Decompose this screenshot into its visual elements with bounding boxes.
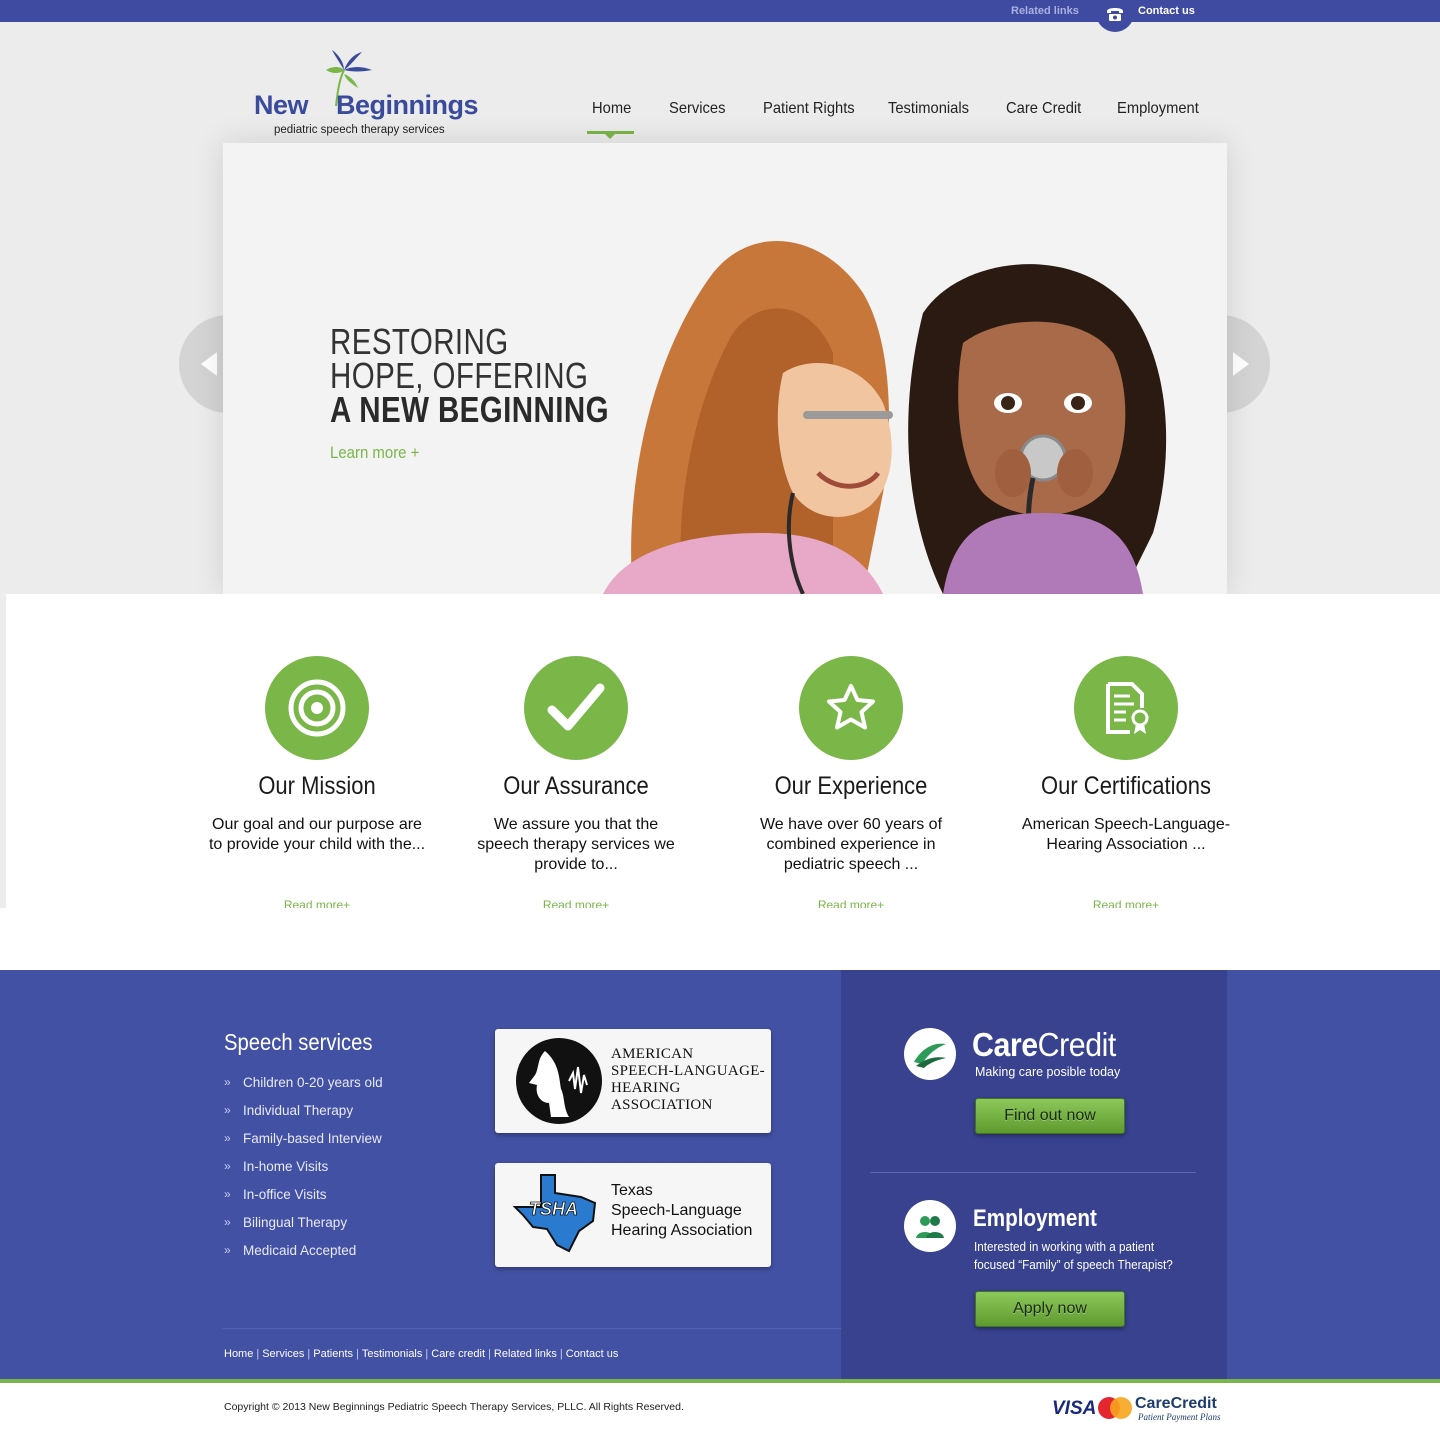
logo-name-part1: New xyxy=(254,90,309,120)
service-item[interactable]: » In-home Visits xyxy=(224,1159,383,1187)
related-links-link[interactable]: Related links xyxy=(1011,5,1079,17)
features-section: Our Mission Our goal and our purpose are… xyxy=(6,594,1440,912)
carecredit-subtitle: Making care posible today xyxy=(975,1065,1121,1079)
certificate-icon xyxy=(1074,656,1178,760)
tsha-badge[interactable]: TSHA Texas Speech-Language Hearing Assoc… xyxy=(495,1163,771,1267)
nav-item-care-credit[interactable]: Care Credit xyxy=(1006,100,1081,118)
footer-links-rule xyxy=(223,1328,841,1329)
employment-text: Interested in working with a patient foc… xyxy=(974,1239,1173,1272)
phone-tab xyxy=(1096,0,1134,32)
carecredit-logo-icon xyxy=(904,1028,956,1080)
copyright-bar xyxy=(0,1383,1440,1435)
service-item[interactable]: » Family-based Interview xyxy=(224,1131,383,1159)
contact-us-link[interactable]: Contact us xyxy=(1138,5,1195,17)
service-item[interactable]: » Individual Therapy xyxy=(224,1103,383,1131)
apply-now-button[interactable]: Apply now xyxy=(975,1291,1125,1327)
service-item[interactable]: » Medicaid Accepted xyxy=(224,1243,383,1271)
logo-name-part2: Beginnings xyxy=(336,90,479,120)
nav-item-services[interactable]: Services xyxy=(669,100,725,118)
copyright-text: Copyright © 2013 New Beginnings Pediatri… xyxy=(224,1401,684,1413)
features-spacer xyxy=(0,908,1440,970)
sidebar-divider xyxy=(870,1172,1196,1173)
logo-tagline: pediatric speech therapy services xyxy=(274,124,445,136)
svg-text:TSHA: TSHA xyxy=(529,1199,578,1219)
double-chevron-icon: » xyxy=(224,1075,231,1089)
footer-link-related-links[interactable]: Related links xyxy=(494,1348,557,1360)
hero-slider: RESTORING HOPE, OFFERING A NEW BEGINNING… xyxy=(223,143,1227,594)
feature-title: Our Certifications xyxy=(1041,772,1211,800)
service-item[interactable]: » Bilingual Therapy xyxy=(224,1215,383,1243)
double-chevron-icon: » xyxy=(224,1215,231,1229)
service-item[interactable]: » Children 0-20 years old xyxy=(224,1075,383,1103)
top-bar xyxy=(0,0,1440,22)
nav-item-home[interactable]: Home xyxy=(592,100,631,118)
services-title: Speech services xyxy=(224,1029,373,1055)
footer-links: Home | Services | Patients | Testimonials | Care… xyxy=(224,1348,619,1360)
phone-icon xyxy=(1107,8,1123,21)
footer-link-contact-us[interactable]: Contact us xyxy=(566,1348,619,1360)
visa-logo: VISA xyxy=(1052,1398,1097,1419)
mastercard-logo-icon xyxy=(1098,1397,1132,1419)
nav-active-caret xyxy=(604,133,616,139)
double-chevron-icon: » xyxy=(224,1103,231,1117)
nav-item-testimonials[interactable]: Testimonials xyxy=(888,100,969,118)
carecredit-payment-subtitle: Patient Payment Plans xyxy=(1138,1412,1221,1422)
checkmark-icon xyxy=(524,656,628,760)
asha-badge[interactable]: AMERICAN SPEECH-LANGUAGE- HEARING ASSOCI… xyxy=(495,1029,771,1133)
hero-photo-therapist-child xyxy=(603,241,1167,594)
site-logo[interactable]: New Beginnings pediatric speech therapy … xyxy=(252,48,492,140)
carecredit-payment-logo: CareCredit xyxy=(1135,1395,1217,1412)
feature-title: Our Assurance xyxy=(503,772,649,800)
feature-title: Our Experience xyxy=(774,772,928,800)
feature-text: American Speech-Language-Hearing Associa… xyxy=(1021,816,1231,853)
nav-item-patient-rights[interactable]: Patient Rights xyxy=(763,100,855,118)
asha-logo-icon xyxy=(516,1038,602,1124)
feature-title: Our Mission xyxy=(258,772,376,800)
footer-link-home[interactable]: Home xyxy=(224,1348,253,1360)
feature-text: We have over 60 years of combined experi… xyxy=(759,816,943,873)
feature-text: We assure you that the speech therapy se… xyxy=(477,816,675,873)
star-icon xyxy=(799,656,903,760)
services-list: » Children 0-20 years old » Individual The… xyxy=(224,1075,383,1271)
target-icon xyxy=(265,656,369,760)
people-icon xyxy=(904,1200,956,1252)
nav-item-employment[interactable]: Employment xyxy=(1117,100,1199,118)
tsha-name: Texas Speech-Language Hearing Associatio… xyxy=(611,1182,753,1239)
footer-link-patients[interactable]: Patients xyxy=(313,1348,353,1360)
footer-link-services[interactable]: Services xyxy=(262,1348,304,1360)
hero-learn-more-link[interactable]: Learn more + xyxy=(330,443,419,463)
employment-title: Employment xyxy=(973,1205,1097,1232)
double-chevron-icon: » xyxy=(224,1131,231,1145)
tsha-texas-logo-icon: TSHA xyxy=(512,1174,597,1253)
footer-link-care-credit[interactable]: Care credit xyxy=(431,1348,485,1360)
double-chevron-icon: » xyxy=(224,1159,231,1173)
find-out-now-button[interactable]: Find out now xyxy=(975,1098,1125,1134)
asha-name: AMERICAN SPEECH-LANGUAGE- HEARING ASSOCI… xyxy=(611,1046,765,1113)
feature-text: Our goal and our purpose are to provide … xyxy=(208,816,426,853)
service-item[interactable]: » In-office Visits xyxy=(224,1187,383,1215)
double-chevron-icon: » xyxy=(224,1243,231,1257)
footer-link-testimonials[interactable]: Testimonials xyxy=(362,1348,423,1360)
carecredit-brand: CareCredit xyxy=(972,1026,1116,1063)
double-chevron-icon: » xyxy=(224,1187,231,1201)
